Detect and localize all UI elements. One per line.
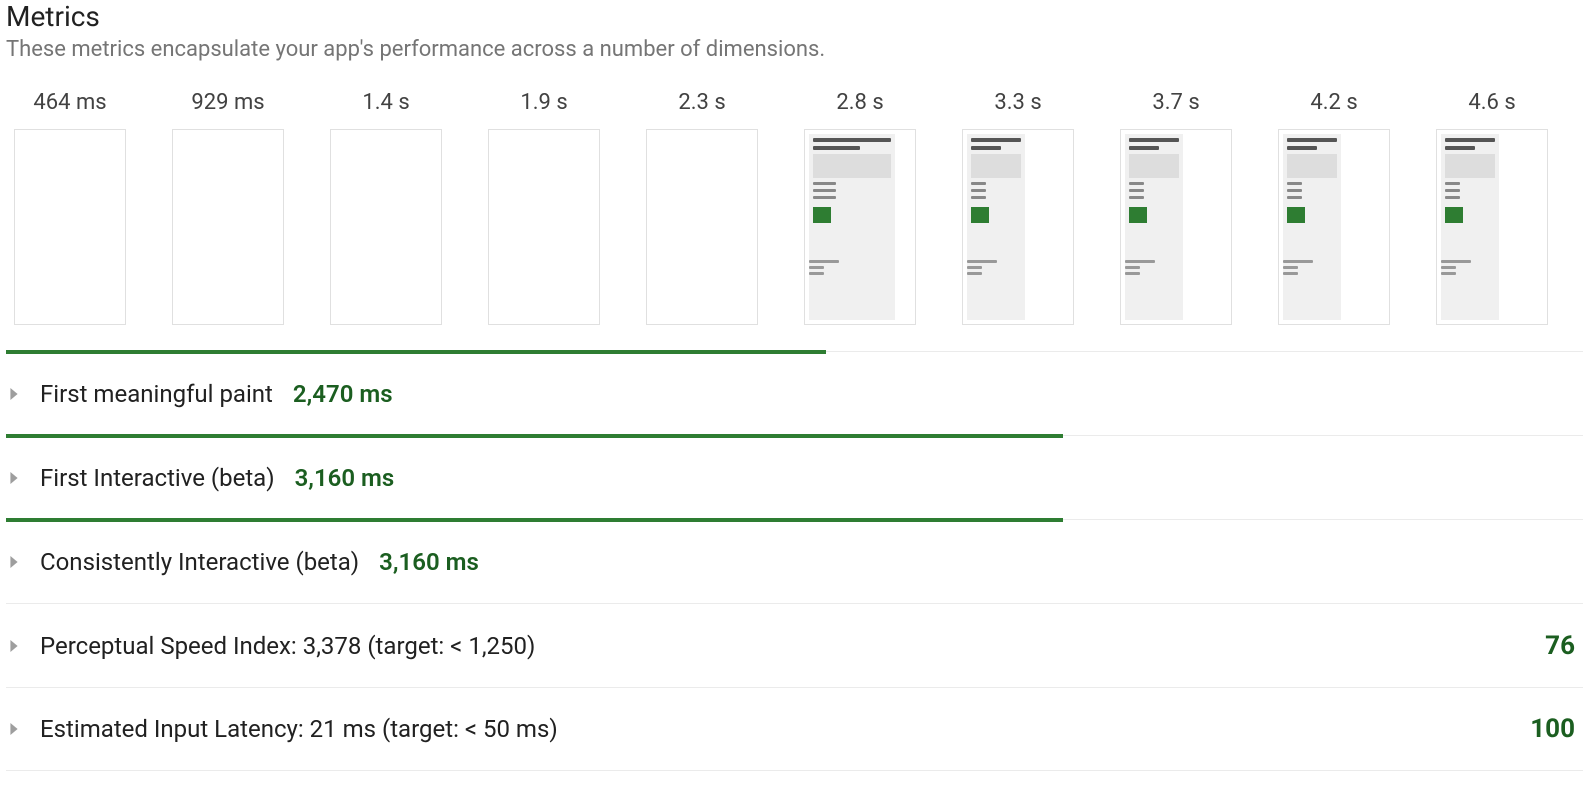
filmstrip-frame: 1.9 s [488, 90, 600, 325]
filmstrip-time-label: 2.8 s [836, 90, 883, 115]
metric-label: Perceptual Speed Index: 3,378 (target: <… [40, 632, 555, 660]
metric-score: 76 [1545, 631, 1583, 661]
filmstrip-frame: 1.4 s [330, 90, 442, 325]
filmstrip-thumbnail[interactable] [330, 129, 442, 325]
metric-progress-bar [6, 518, 1063, 522]
filmstrip-time-label: 929 ms [191, 90, 264, 115]
metric-value: 3,160 ms [379, 548, 479, 576]
filmstrip-time-label: 4.6 s [1468, 90, 1515, 115]
filmstrip-time-label: 4.2 s [1310, 90, 1357, 115]
thumbnail-content [809, 134, 895, 320]
filmstrip-time-label: 2.3 s [678, 90, 725, 115]
filmstrip-thumbnail[interactable] [646, 129, 758, 325]
thumbnail-content [1441, 134, 1499, 320]
expand-toggle-icon[interactable] [6, 640, 40, 652]
metric-progress-bar [6, 350, 826, 354]
filmstrip-frame: 4.2 s [1278, 90, 1390, 325]
filmstrip-frame: 2.3 s [646, 90, 758, 325]
filmstrip-frame: 464 ms [14, 90, 126, 325]
thumbnail-content [967, 134, 1025, 320]
metric-row[interactable]: First Interactive (beta)3,160 ms [6, 435, 1583, 519]
filmstrip-thumbnail[interactable] [1120, 129, 1232, 325]
filmstrip-thumbnail[interactable] [962, 129, 1074, 325]
metrics-list: First meaningful paint2,470 msFirst Inte… [6, 351, 1583, 771]
metric-row[interactable]: Estimated Input Latency: 21 ms (target: … [6, 687, 1583, 771]
metric-row[interactable]: Consistently Interactive (beta)3,160 ms [6, 519, 1583, 603]
section-subtitle: These metrics encapsulate your app's per… [6, 37, 1583, 62]
filmstrip-thumbnail[interactable] [1436, 129, 1548, 325]
thumbnail-content [1125, 134, 1183, 320]
metric-value: 2,470 ms [293, 380, 393, 408]
filmstrip-time-label: 1.9 s [520, 90, 567, 115]
filmstrip-frame: 3.7 s [1120, 90, 1232, 325]
filmstrip-thumbnail[interactable] [488, 129, 600, 325]
filmstrip-frame: 929 ms [172, 90, 284, 325]
metric-label: Consistently Interactive (beta) [40, 548, 379, 576]
filmstrip-thumbnail[interactable] [804, 129, 916, 325]
section-title: Metrics [6, 0, 1583, 33]
filmstrip-thumbnail[interactable] [1278, 129, 1390, 325]
expand-toggle-icon[interactable] [6, 388, 40, 400]
expand-toggle-icon[interactable] [6, 723, 40, 735]
expand-toggle-icon[interactable] [6, 472, 40, 484]
metric-label: First Interactive (beta) [40, 464, 295, 492]
filmstrip-thumbnail[interactable] [14, 129, 126, 325]
filmstrip-time-label: 464 ms [33, 90, 106, 115]
filmstrip-time-label: 1.4 s [362, 90, 409, 115]
filmstrip-thumbnail[interactable] [172, 129, 284, 325]
metric-progress-bar [6, 434, 1063, 438]
thumbnail-content [1283, 134, 1341, 320]
filmstrip-frame: 4.6 s [1436, 90, 1548, 325]
expand-toggle-icon[interactable] [6, 556, 40, 568]
metric-score: 100 [1530, 714, 1583, 744]
metric-label: First meaningful paint [40, 380, 293, 408]
metric-row[interactable]: Perceptual Speed Index: 3,378 (target: <… [6, 603, 1583, 687]
metric-row[interactable]: First meaningful paint2,470 ms [6, 351, 1583, 435]
filmstrip-time-label: 3.7 s [1152, 90, 1199, 115]
filmstrip-time-label: 3.3 s [994, 90, 1041, 115]
metric-label: Estimated Input Latency: 21 ms (target: … [40, 715, 578, 743]
metric-value: 3,160 ms [295, 464, 395, 492]
filmstrip-frame: 3.3 s [962, 90, 1074, 325]
filmstrip: 464 ms 929 ms 1.4 s 1.9 s 2.3 s 2.8 s 3.3 s 3.7… [6, 90, 1583, 325]
filmstrip-frame: 2.8 s [804, 90, 916, 325]
